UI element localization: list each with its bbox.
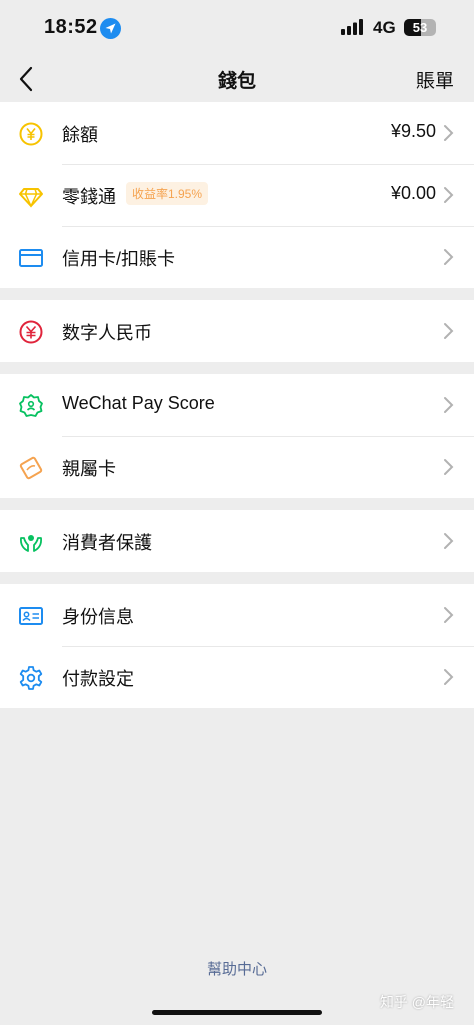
watermark: 知乎 @年轻 bbox=[379, 994, 454, 1010]
chevron-right-icon bbox=[444, 187, 454, 203]
home-indicator bbox=[152, 1010, 322, 1015]
consumer-protection-group: 消費者保護 bbox=[0, 510, 474, 572]
chevron-right-icon bbox=[444, 249, 454, 265]
bank-card-row[interactable]: 信用卡/扣賬卡 bbox=[0, 226, 474, 288]
battery-icon: 53 bbox=[404, 19, 436, 36]
bills-link[interactable]: 賬單 bbox=[416, 66, 454, 93]
pay-score-row[interactable]: WeChat Pay Score bbox=[0, 374, 474, 436]
wallet-funds-group: 餘額 ¥9.50 零錢通 ¥0.00 信用卡/扣賬卡 bbox=[0, 102, 474, 288]
lingqiantong-value: ¥0.00 bbox=[390, 183, 436, 203]
cellular-signal-icon bbox=[341, 19, 363, 35]
balance-value: ¥9.50 bbox=[390, 121, 436, 141]
identity-info-label: 身份信息 bbox=[62, 607, 134, 627]
id-card-icon bbox=[19, 607, 43, 625]
chevron-right-icon bbox=[444, 397, 454, 413]
family-card-label: 親屬卡 bbox=[62, 459, 116, 479]
bank-card-label: 信用卡/扣賬卡 bbox=[62, 249, 176, 269]
payment-settings-row[interactable]: 付款設定 bbox=[0, 646, 474, 708]
consumer-protection-label: 消費者保護 bbox=[62, 533, 152, 553]
chevron-right-icon bbox=[444, 323, 454, 339]
digital-rmb-label: 数字人民币 bbox=[62, 323, 152, 343]
family-card-row[interactable]: 親屬卡 bbox=[0, 436, 474, 498]
chevron-right-icon bbox=[444, 533, 454, 549]
digital-rmb-icon bbox=[19, 320, 43, 344]
network-type: 4G bbox=[373, 18, 396, 37]
yield-rate-badge: 收益率1.95% bbox=[126, 182, 209, 205]
family-card-icon bbox=[19, 456, 43, 480]
protection-hands-icon bbox=[19, 535, 43, 552]
identity-info-row[interactable]: 身份信息 bbox=[0, 584, 474, 646]
chevron-right-icon bbox=[444, 459, 454, 475]
lingqiantong-label: 零錢通 bbox=[62, 187, 116, 207]
settings-gear-icon bbox=[19, 666, 43, 690]
account-settings-group: 身份信息 付款設定 bbox=[0, 584, 474, 708]
lingqiantong-row[interactable]: 零錢通 ¥0.00 bbox=[0, 164, 474, 226]
help-center-link[interactable]: 幫助中心 bbox=[0, 958, 474, 979]
yuan-coin-icon bbox=[19, 122, 43, 146]
score-family-group: WeChat Pay Score 親屬卡 bbox=[0, 374, 474, 498]
balance-label: 餘額 bbox=[62, 125, 98, 145]
digital-rmb-group: 数字人民币 bbox=[0, 300, 474, 362]
payment-settings-label: 付款設定 bbox=[62, 669, 134, 689]
chevron-right-icon bbox=[444, 669, 454, 685]
pay-score-icon bbox=[19, 394, 43, 417]
location-arrow-icon bbox=[100, 18, 121, 39]
status-time: 18:52 bbox=[44, 16, 98, 38]
pay-score-label: WeChat Pay Score bbox=[62, 393, 215, 413]
consumer-protection-row[interactable]: 消費者保護 bbox=[0, 510, 474, 572]
chevron-right-icon bbox=[444, 125, 454, 141]
nav-bar: 錢包 賬單 bbox=[0, 58, 474, 102]
page-title: 錢包 bbox=[217, 71, 256, 92]
diamond-icon bbox=[19, 188, 43, 208]
battery-percent: 53 bbox=[412, 20, 428, 35]
balance-row[interactable]: 餘額 ¥9.50 bbox=[0, 102, 474, 164]
status-bar: 18:52 4G 53 bbox=[0, 0, 474, 58]
card-icon bbox=[19, 249, 43, 267]
chevron-right-icon bbox=[444, 607, 454, 623]
digital-rmb-row[interactable]: 数字人民币 bbox=[0, 300, 474, 362]
